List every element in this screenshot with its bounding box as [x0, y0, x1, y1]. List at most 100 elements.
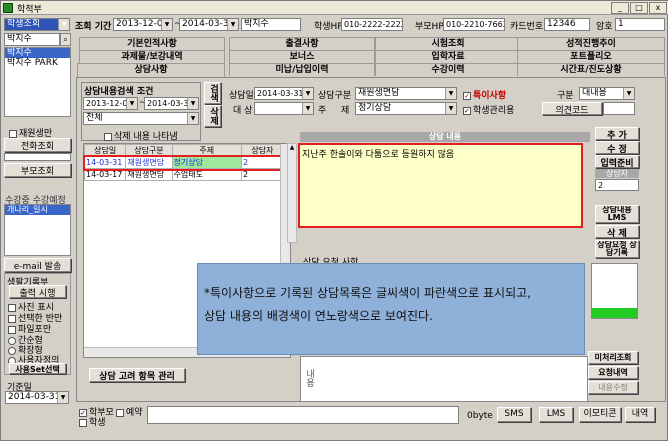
- sms-button[interactable]: SMS: [497, 407, 531, 422]
- tooltip-line-1: *특이사항으로 기록된 상담목록은 글씨색이 파란색으로 표시되고,: [204, 286, 531, 300]
- consult-date-label: 상담일: [229, 91, 254, 101]
- consult-items-button[interactable]: 상담 고려 항목 관리: [89, 368, 185, 382]
- delete-search-button[interactable]: 삭제: [204, 105, 221, 127]
- tab-attendance[interactable]: 출결사항: [229, 37, 375, 50]
- delete-button[interactable]: 삭 제: [595, 225, 639, 238]
- maximize-button[interactable]: □: [630, 2, 648, 14]
- special-checkbox[interactable]: ✓ 특이사항: [463, 88, 506, 101]
- emoticon-button[interactable]: 이모티콘: [579, 407, 621, 422]
- consult-kind-select[interactable]: 재원생면담 ▼: [355, 87, 457, 100]
- add-button[interactable]: 추 가: [595, 127, 639, 140]
- tab-timetable[interactable]: 시간표/진도상황: [517, 63, 665, 76]
- request-item-selected[interactable]: [592, 308, 637, 318]
- tab-homework[interactable]: 과제물/보강내역: [79, 50, 225, 63]
- search-icon[interactable]: ⌕: [60, 33, 71, 46]
- tab-admission[interactable]: 입학자료: [375, 50, 521, 63]
- table-row[interactable]: 14-03-17 재원생면담 수업태도 2: [83, 168, 285, 181]
- content-scrollbar[interactable]: ▲: [287, 143, 297, 243]
- result-item[interactable]: 박지수 PARK: [5, 58, 70, 68]
- tab-portfolio[interactable]: 포트폴리오: [517, 50, 665, 63]
- student-checkbox[interactable]: 학생: [79, 415, 106, 428]
- col-subject[interactable]: 주제: [171, 144, 242, 157]
- search-condition-title: 상담내용검색 조건: [84, 87, 154, 97]
- tooltip-line-2: 상담 내용의 배경색이 연노랑색으로 보여진다.: [204, 309, 433, 323]
- period-from-picker[interactable]: 2013-12-01 ▼: [113, 18, 173, 31]
- bottom-textarea[interactable]: 내용: [300, 356, 588, 402]
- col-counselor[interactable]: 상담자: [240, 144, 285, 157]
- student-mode-select[interactable]: 학생조회 ▼: [4, 18, 70, 31]
- result-item-selected[interactable]: 박지수: [5, 48, 70, 58]
- period-label: 조회 기간: [75, 22, 112, 32]
- student-result-list[interactable]: 박지수 박지수 PARK: [4, 47, 71, 117]
- division-value: 대내용: [582, 88, 607, 98]
- tab-basic-info[interactable]: 기본인적사항: [79, 37, 225, 50]
- base-date-picker[interactable]: 2014-03-31 ▼: [5, 391, 69, 404]
- tab-exam[interactable]: 시험조회: [375, 37, 521, 50]
- col-date[interactable]: 상담일: [83, 144, 127, 157]
- request-history-button[interactable]: 요청내역: [588, 366, 638, 379]
- minimize-button[interactable]: _: [611, 2, 629, 14]
- parent-hp-label: 부모HP: [415, 22, 444, 32]
- tab-course-history[interactable]: 수강이력: [375, 63, 521, 76]
- course-item[interactable]: 개나리_일시: [5, 205, 70, 215]
- student-search-input[interactable]: 박지수: [4, 33, 60, 46]
- title-bar: 학적부 _ □ x: [1, 1, 668, 15]
- email-send-button[interactable]: e-mail 발송: [4, 258, 71, 272]
- division-select[interactable]: 대내용 ▼: [579, 87, 635, 100]
- close-button[interactable]: x: [649, 2, 667, 14]
- card-number-field[interactable]: 12346: [544, 18, 590, 31]
- target-select[interactable]: ▼: [254, 102, 314, 115]
- period-to-picker[interactable]: 2014-03-31 ▼: [179, 18, 239, 31]
- tab-grade-trend[interactable]: 성적진행추이: [517, 37, 665, 50]
- content-textarea[interactable]: 지난주 한솔이와 다툼으로 등원하지 않음: [298, 143, 583, 228]
- col-kind[interactable]: 상담구분: [125, 144, 173, 157]
- search-button[interactable]: 검색: [204, 82, 221, 104]
- special-label: 특이사항: [473, 91, 507, 101]
- message-input[interactable]: [147, 406, 459, 424]
- student-mgmt-checkbox[interactable]: ✓ 학생관리용: [463, 103, 514, 116]
- parent-hp-field[interactable]: 010-2210-7663: [443, 18, 505, 31]
- input-ready-button[interactable]: 입력준비: [595, 155, 639, 168]
- chevron-down-icon: ▼: [187, 98, 198, 109]
- row-kind: 재원생면담: [125, 156, 173, 169]
- search-from-picker[interactable]: 2013-12-01 ▼: [83, 97, 138, 110]
- pending-lookup-button[interactable]: 미처리조회: [588, 351, 638, 364]
- subject-select[interactable]: 정기상담 ▼: [355, 102, 457, 115]
- student-hp-field[interactable]: 010-2222-2222: [341, 18, 403, 31]
- app-icon: [3, 3, 13, 13]
- show-deleted-checkbox[interactable]: 삭제 내용 나타냄: [104, 129, 178, 142]
- division-label: 구분: [557, 91, 574, 101]
- phone-lookup-button[interactable]: 전화조회: [4, 138, 71, 152]
- opinion-code-input[interactable]: [603, 102, 635, 115]
- tab-payment[interactable]: 미납/납입이력: [229, 63, 375, 76]
- course-list[interactable]: 개나리_일시: [4, 204, 71, 256]
- reserve-checkbox[interactable]: 예약: [116, 405, 143, 418]
- search-type-value: 전체: [86, 113, 103, 123]
- row-subject: 정기상담: [171, 156, 242, 169]
- content-edit-button[interactable]: 내용수정: [588, 381, 638, 394]
- table-row[interactable]: 14-03-31 재원생면담 정기상담 2: [82, 154, 286, 171]
- phone-input[interactable]: [4, 153, 71, 161]
- consult-date-picker[interactable]: 2014-03-31 ▼: [254, 87, 314, 100]
- counselor-field[interactable]: 2: [595, 179, 639, 191]
- parent-lookup-button[interactable]: 부모조회: [4, 163, 71, 177]
- chevron-down-icon: ▼: [57, 392, 68, 403]
- edit-button[interactable]: 수 정: [595, 141, 639, 154]
- request-list[interactable]: [591, 263, 638, 319]
- base-date-value: 2014-03-31: [8, 392, 61, 402]
- set-select-button[interactable]: 사용Set선택: [9, 363, 66, 374]
- tab-counseling[interactable]: 상담사항: [77, 63, 225, 78]
- search-type-select[interactable]: 전체 ▼: [83, 112, 199, 125]
- student-label: 학생: [89, 418, 106, 428]
- history-button[interactable]: 내역: [625, 407, 655, 422]
- counselor-label: 상담자: [595, 169, 639, 178]
- row-date: 14-03-31: [83, 156, 127, 169]
- print-button[interactable]: 출력 시행: [9, 285, 66, 298]
- request-record-button[interactable]: 상담요청 상담기록: [595, 240, 639, 258]
- search-to-picker[interactable]: 2014-03-31 ▼: [144, 97, 199, 110]
- tab-bonus[interactable]: 보너스: [229, 50, 375, 63]
- lms-button[interactable]: LMS: [539, 407, 573, 422]
- opinion-code-button[interactable]: 의견코드: [542, 102, 602, 115]
- password-field[interactable]: 1: [615, 18, 665, 31]
- lms-send-button[interactable]: 상담내용 LMS: [595, 205, 639, 223]
